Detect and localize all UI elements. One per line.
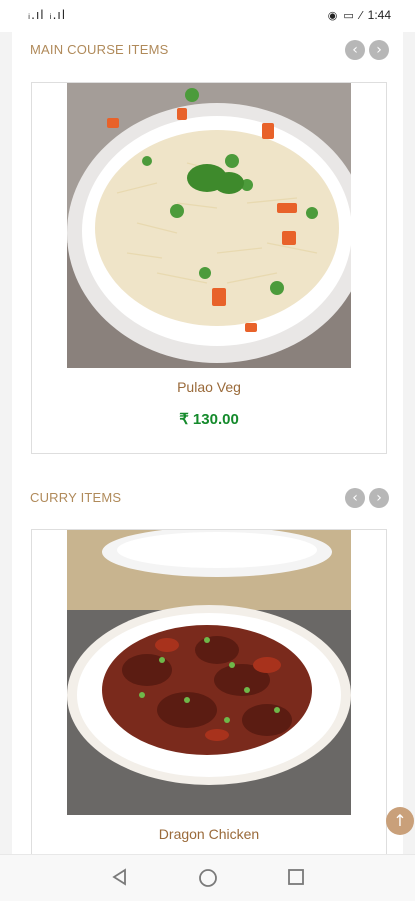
system-nav-bar — [0, 854, 415, 901]
signal-indicator: ᵢ.ıl ᵢ.ıl — [28, 8, 67, 22]
section-header-curry: CURRY ITEMS ‹ › — [12, 480, 403, 520]
section-title: MAIN COURSE ITEMS — [30, 42, 169, 57]
next-button[interactable]: › — [369, 488, 389, 508]
arrow-up-icon: ↑ — [393, 811, 407, 830]
menu-item-card[interactable]: Dragon Chicken — [31, 529, 387, 854]
chevron-right-icon: › — [376, 490, 382, 506]
item-name[interactable]: Dragon Chicken — [32, 826, 386, 842]
next-button[interactable]: › — [369, 40, 389, 60]
prev-button[interactable]: ‹ — [345, 40, 365, 60]
item-price: ₹ 130.00 — [179, 411, 239, 428]
dragon-chicken-image — [67, 530, 351, 815]
recents-icon[interactable] — [286, 867, 306, 887]
home-icon[interactable] — [197, 867, 219, 889]
prev-button[interactable]: ‹ — [345, 488, 365, 508]
status-bar: ᵢ.ıl ᵢ.ıl ◉ ▭ ⁄ 1:44 — [0, 0, 415, 32]
menu-content[interactable]: MAIN COURSE ITEMS ‹ › Pulao Veg ₹ 130.00… — [12, 32, 403, 854]
chevron-left-icon: ‹ — [352, 490, 358, 506]
item-name[interactable]: Pulao Veg — [32, 379, 386, 395]
section-header-main-course: MAIN COURSE ITEMS ‹ › — [12, 32, 403, 72]
menu-item-card[interactable]: Pulao Veg ₹ 130.00 — [31, 82, 387, 454]
chevron-right-icon: › — [376, 42, 382, 58]
leaf-icon: ⁄ — [359, 8, 362, 22]
chevron-left-icon: ‹ — [352, 42, 358, 58]
pulao-veg-image — [67, 83, 351, 368]
status-time: 1:44 — [367, 8, 391, 22]
eye-icon: ◉ — [327, 8, 338, 22]
status-icons: ◉ ▭ ⁄ 1:44 — [328, 8, 391, 22]
scroll-top-button[interactable]: ↑ — [386, 807, 414, 835]
back-icon[interactable] — [110, 867, 130, 887]
battery-icon: ▭ — [343, 8, 354, 22]
section-title: CURRY ITEMS — [30, 490, 122, 505]
